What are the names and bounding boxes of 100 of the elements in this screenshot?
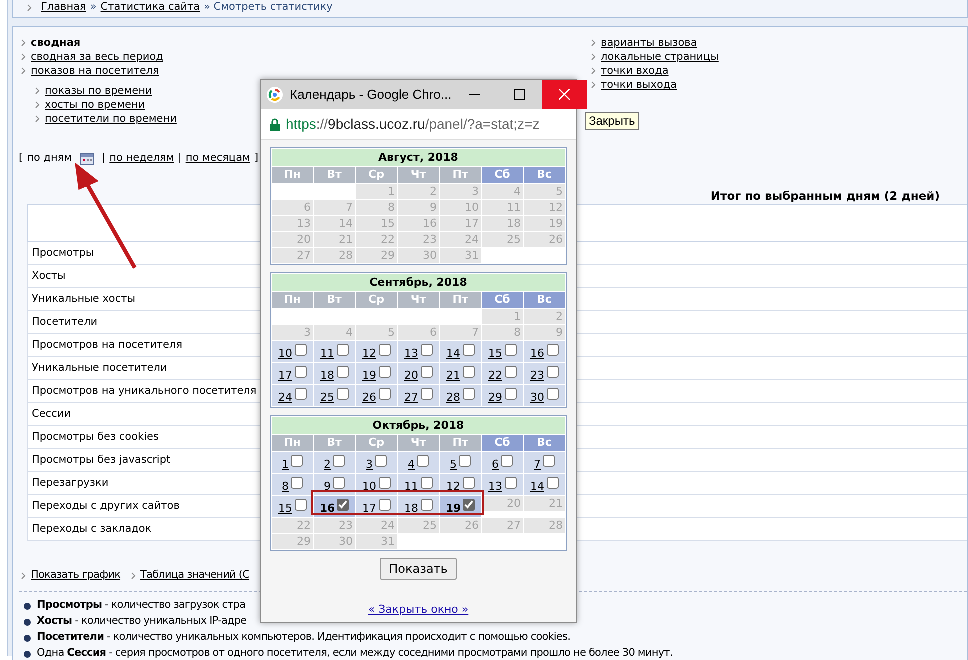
nav-link[interactable]: сводная за весь период (31, 50, 164, 64)
day-link[interactable]: 16 (320, 503, 336, 515)
nav-link[interactable]: варианты вызова (601, 36, 698, 50)
day-link[interactable]: 19 (446, 503, 462, 515)
day-link[interactable]: 17 (278, 370, 292, 382)
day-checkbox[interactable] (378, 499, 390, 511)
day-checkbox[interactable] (336, 388, 348, 400)
day-checkbox[interactable] (420, 388, 432, 400)
day-checkbox[interactable] (291, 477, 303, 489)
day-link[interactable]: 26 (362, 392, 376, 404)
day-checkbox[interactable] (504, 344, 516, 356)
day-link[interactable]: 20 (404, 370, 418, 382)
day-checkbox[interactable] (294, 366, 306, 378)
close-window-link[interactable]: « Закрыть окно » (368, 602, 469, 618)
close-button[interactable] (542, 80, 587, 109)
nav-link[interactable]: точки входа (601, 64, 669, 78)
day-link[interactable]: 11 (320, 348, 334, 360)
day-checkbox[interactable] (375, 455, 387, 467)
day-checkbox[interactable] (462, 388, 474, 400)
day-link[interactable]: 18 (404, 503, 418, 515)
day-checkbox[interactable] (462, 344, 474, 356)
period-link[interactable]: по месяцам (186, 151, 250, 167)
nav-item[interactable]: сводная (31, 36, 81, 50)
day-link[interactable]: 9 (324, 481, 331, 493)
address-bar[interactable]: https://9bclass.ucoz.ru/panel/?a=stat;z=z (261, 109, 576, 140)
day-checkbox[interactable] (504, 388, 516, 400)
breadcrumb-link[interactable]: Статистика сайта (100, 0, 200, 16)
day-checkbox[interactable] (337, 499, 350, 511)
day-link[interactable]: 12 (362, 348, 376, 360)
day-checkbox[interactable] (501, 455, 513, 467)
day-checkbox[interactable] (546, 344, 558, 356)
day-link[interactable]: 27 (404, 392, 418, 404)
day-checkbox[interactable] (543, 455, 555, 467)
day-link[interactable]: 15 (488, 348, 502, 360)
day-link[interactable]: 29 (488, 392, 502, 404)
day-link[interactable]: 6 (492, 459, 499, 471)
day-link[interactable]: 8 (282, 481, 289, 493)
day-link[interactable]: 3 (366, 459, 373, 471)
day-link[interactable]: 28 (446, 392, 460, 404)
day-checkbox[interactable] (378, 366, 390, 378)
day-checkbox[interactable] (420, 344, 432, 356)
bottom-link[interactable]: Показать график (31, 568, 121, 584)
day-checkbox[interactable] (504, 477, 516, 489)
day-link[interactable]: 23 (530, 370, 544, 382)
day-checkbox[interactable] (420, 499, 432, 511)
day-checkbox[interactable] (294, 344, 306, 356)
day-link[interactable]: 24 (278, 392, 292, 404)
day-checkbox[interactable] (546, 477, 558, 489)
day-checkbox[interactable] (291, 455, 303, 467)
day-link[interactable]: 15 (278, 503, 292, 515)
day-link[interactable]: 14 (530, 481, 544, 493)
day-checkbox[interactable] (333, 455, 345, 467)
day-checkbox[interactable] (546, 366, 558, 378)
nav-link[interactable]: показы по времени (45, 84, 152, 98)
day-link[interactable]: 14 (446, 348, 460, 360)
day-checkbox[interactable] (546, 388, 558, 400)
day-checkbox[interactable] (333, 477, 345, 489)
day-checkbox[interactable] (417, 455, 429, 467)
minimize-icon[interactable] (468, 94, 480, 95)
day-link[interactable]: 21 (446, 370, 460, 382)
day-link[interactable]: 4 (408, 459, 415, 471)
day-checkbox[interactable] (504, 366, 516, 378)
show-button[interactable]: Показать (380, 558, 457, 580)
nav-link[interactable]: хосты по времени (45, 98, 146, 112)
day-checkbox[interactable] (294, 499, 306, 511)
day-checkbox[interactable] (420, 477, 432, 489)
day-checkbox[interactable] (463, 499, 476, 511)
day-checkbox[interactable] (420, 366, 432, 378)
day-checkbox[interactable] (336, 344, 348, 356)
maximize-icon[interactable] (514, 89, 525, 100)
day-link[interactable]: 16 (530, 348, 544, 360)
calendar-icon[interactable] (80, 153, 94, 165)
day-link[interactable]: 10 (362, 481, 376, 493)
nav-link[interactable]: посетители по времени (45, 112, 177, 126)
day-checkbox[interactable] (459, 455, 471, 467)
day-link[interactable]: 18 (320, 370, 334, 382)
day-link[interactable]: 13 (488, 481, 502, 493)
day-link[interactable]: 11 (404, 481, 418, 493)
period-link[interactable]: по неделям (110, 151, 174, 167)
bottom-link[interactable]: Таблица значений (С (140, 568, 250, 584)
day-link[interactable]: 12 (446, 481, 460, 493)
day-checkbox[interactable] (462, 366, 474, 378)
day-link[interactable]: 25 (320, 392, 334, 404)
day-link[interactable]: 7 (534, 459, 541, 471)
nav-link[interactable]: точки выхода (601, 78, 678, 92)
day-checkbox[interactable] (462, 477, 474, 489)
day-link[interactable]: 13 (404, 348, 418, 360)
day-link[interactable]: 30 (530, 392, 544, 404)
day-link[interactable]: 19 (362, 370, 376, 382)
day-link[interactable]: 17 (362, 503, 376, 515)
day-checkbox[interactable] (378, 477, 390, 489)
period-option[interactable]: по дням (27, 151, 72, 167)
nav-link[interactable]: локальные страницы (601, 50, 719, 64)
day-checkbox[interactable] (378, 344, 390, 356)
day-link[interactable]: 1 (282, 459, 289, 471)
day-link[interactable]: 5 (450, 459, 457, 471)
day-link[interactable]: 10 (278, 348, 292, 360)
nav-link[interactable]: показов на посетителя (31, 64, 160, 78)
day-checkbox[interactable] (378, 388, 390, 400)
day-checkbox[interactable] (294, 388, 306, 400)
